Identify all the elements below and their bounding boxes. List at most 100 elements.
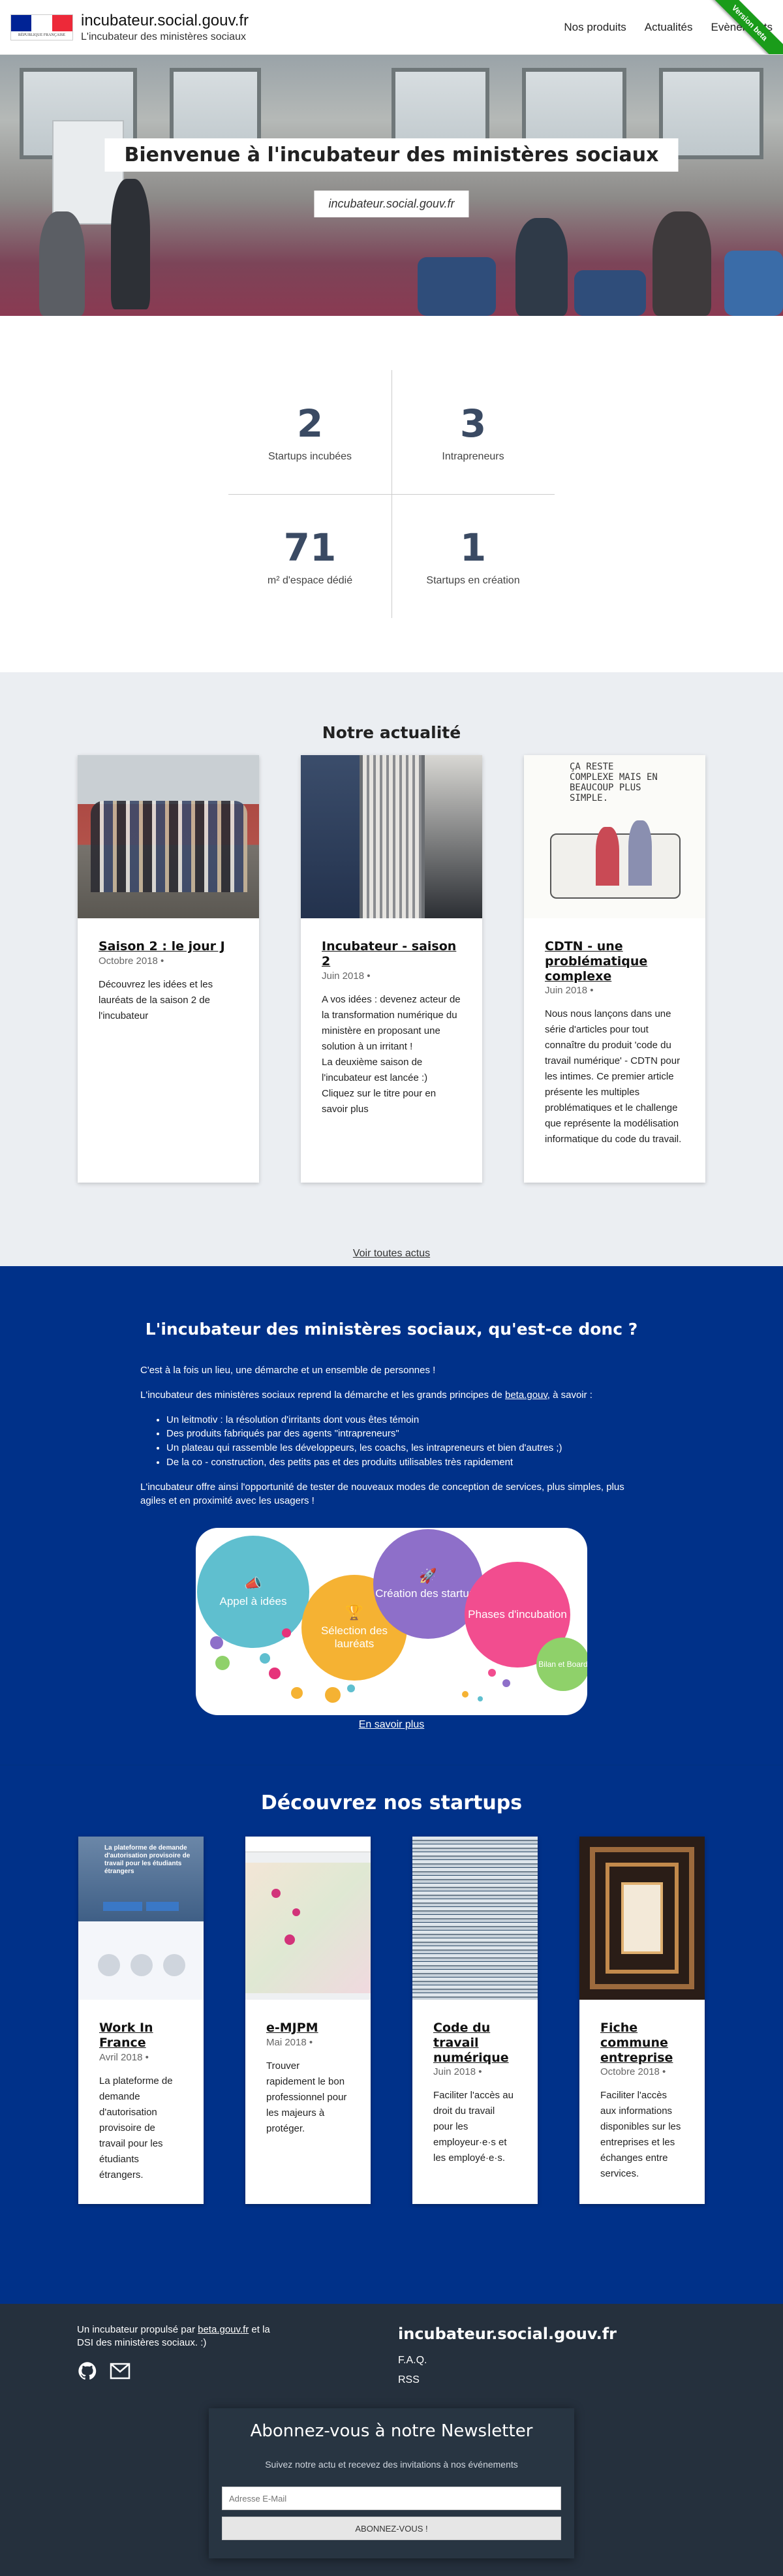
- megaphone-icon: 📣: [244, 1575, 262, 1592]
- startup-card[interactable]: Code du travail numérique Juin 2018 • Fa…: [412, 1837, 538, 2204]
- startup-card-image: [412, 1837, 538, 2000]
- news-card-image: [78, 755, 259, 918]
- footer-intro-text: Un incubateur propulsé par beta.gouv.fr …: [77, 2324, 270, 2349]
- stats-grid: 2 Startups incubées 3 Intrapreneurs 71 m…: [228, 370, 555, 618]
- diagram-dot: [325, 1687, 341, 1703]
- startup-card[interactable]: La plateforme de demande d'autorisation …: [78, 1837, 204, 2204]
- news-card[interactable]: Incubateur - saison 2 Juin 2018 • A vos …: [301, 755, 482, 1183]
- startup-card-title[interactable]: e-MJPM: [266, 2021, 350, 2036]
- news-card-desc: A vos idées : devenez acteur de la trans…: [322, 993, 461, 1115]
- startup-card-desc: Trouver rapidement le bon professionnel …: [266, 2060, 347, 2134]
- news-card-date: Juin 2018 •: [545, 985, 594, 997]
- diagram-dot: [260, 1653, 270, 1664]
- hero-photo-chair: [574, 270, 646, 316]
- republique-francaise-logo[interactable]: RÉPUBLIQUE FRANÇAISE: [10, 14, 73, 40]
- stat-label: Intrapreneurs: [442, 451, 504, 462]
- startup-card-title[interactable]: Fiche commune entreprise: [600, 2021, 684, 2065]
- news-card-title[interactable]: CDTN - une problématique complexe: [545, 939, 684, 984]
- diagram-dot: [502, 1679, 510, 1687]
- subscribe-button[interactable]: ABONNEZ-VOUS !: [222, 2517, 561, 2540]
- site-identity[interactable]: incubateur.social.gouv.fr L'incubateur d…: [81, 12, 249, 43]
- flag-icon: [11, 14, 72, 31]
- cartoon-caption: ÇA RESTE COMPLEXE MAIS EN BEAUCOUP PLUS …: [570, 762, 658, 804]
- startup-card-date: Avril 2018 •: [99, 2051, 149, 2063]
- stat-label: m² d'espace dédié: [267, 575, 353, 586]
- email-field[interactable]: [222, 2487, 561, 2510]
- group-photo-people: [91, 801, 247, 892]
- beta-gouv-fr-link[interactable]: beta.gouv.fr: [198, 2324, 249, 2335]
- startup-card-date: Juin 2018 •: [433, 2066, 482, 2078]
- hero-title: Bienvenue à l'incubateur des ministères …: [104, 138, 679, 172]
- news-title: Notre actualité: [322, 723, 461, 742]
- hero-photo-person: [39, 211, 85, 316]
- news-card-date: Juin 2018 •: [322, 970, 371, 982]
- bubble-appel-idees: 📣 Appel à idées: [197, 1536, 309, 1648]
- github-icon[interactable]: [77, 2361, 98, 2382]
- startups-section: Découvrez nos startups La plateforme de …: [0, 1765, 783, 2304]
- diagram-dot: [210, 1636, 223, 1649]
- list-item: De la co - construction, des petits pas …: [166, 1455, 643, 1470]
- news-cards: Saison 2 : le jour J Octobre 2018 • Déco…: [0, 755, 783, 1183]
- list-item: Un plateau qui rassemble les développeur…: [166, 1441, 643, 1455]
- footer-brand: incubateur.social.gouv.fr: [398, 2325, 617, 2343]
- stat-value: 2: [296, 401, 324, 446]
- startup-card-title[interactable]: Code du travail numérique: [433, 2021, 517, 2065]
- footer-intro: Un incubateur propulsé par beta.gouv.fr …: [77, 2323, 286, 2382]
- hero-banner: Bienvenue à l'incubateur des ministères …: [0, 55, 783, 316]
- stat-startups-incubated: 2 Startups incubées: [228, 370, 392, 494]
- hero-photo-person: [111, 179, 150, 309]
- news-card-image: [301, 755, 482, 918]
- startups-title: Découvrez nos startups: [260, 1792, 523, 1814]
- faq-link[interactable]: F.A.Q.: [398, 2355, 617, 2367]
- bubble-bilan: Bilan et Board: [536, 1637, 587, 1691]
- hero-photo-person: [652, 211, 711, 316]
- diagram-dot: [282, 1628, 291, 1637]
- newsletter-title: Abonnez-vous à notre Newsletter: [250, 2421, 533, 2441]
- startup-card-desc: Faciliter l'accès aux informations dispo…: [600, 2090, 681, 2180]
- about-paragraph: L'incubateur offre ainsi l'opportunité d…: [140, 1481, 624, 1507]
- startup-card-title[interactable]: Work In France: [99, 2021, 183, 2051]
- startup-card[interactable]: Fiche commune entreprise Octobre 2018 • …: [579, 1837, 705, 2204]
- screenshot-button: [103, 1902, 142, 1911]
- learn-more-link[interactable]: En savoir plus: [359, 1719, 425, 1730]
- stat-value: 71: [283, 525, 337, 570]
- trophy-icon: 🏆: [345, 1604, 363, 1621]
- hero-subtitle: incubateur.social.gouv.fr: [314, 191, 469, 217]
- photo-legs: [301, 755, 360, 918]
- all-news-link[interactable]: Voir toutes actus: [353, 1248, 430, 1260]
- site-title[interactable]: incubateur.social.gouv.fr: [81, 12, 249, 30]
- hero-photo-person: [515, 218, 568, 316]
- startup-card-date: Mai 2018 •: [266, 2036, 313, 2048]
- startup-card-desc: La plateforme de demande d'autorisation …: [99, 2075, 173, 2180]
- startup-cards: La plateforme de demande d'autorisation …: [0, 1837, 783, 2204]
- stat-value: 3: [459, 401, 487, 446]
- rss-link[interactable]: RSS: [398, 2374, 617, 2386]
- screenshot-icon: [98, 1954, 120, 1976]
- about-list: Un leitmotiv : la résolution d'irritants…: [166, 1413, 643, 1470]
- stat-intrapreneurs: 3 Intrapreneurs: [392, 370, 555, 494]
- news-card-image: ÇA RESTE COMPLEXE MAIS EN BEAUCOUP PLUS …: [524, 755, 705, 918]
- news-card-title[interactable]: Saison 2 : le jour J: [99, 939, 238, 954]
- news-section: Notre actualité Saison 2 : le jour J Oct…: [0, 672, 783, 1266]
- news-card-title[interactable]: Incubateur - saison 2: [322, 939, 461, 969]
- news-card-date: Octobre 2018 •: [99, 955, 164, 967]
- startup-card[interactable]: e-MJPM Mai 2018 • Trouver rapidement le …: [245, 1837, 371, 2204]
- nav-products[interactable]: Nos produits: [564, 21, 626, 34]
- screenshot-icon: [163, 1954, 185, 1976]
- newsletter-box: Abonnez-vous à notre Newsletter Suivez n…: [209, 2408, 574, 2558]
- startup-card-image: [579, 1837, 705, 2000]
- nav-news[interactable]: Actualités: [645, 21, 693, 34]
- photo-legs: [425, 755, 482, 918]
- diagram-dot: [291, 1687, 303, 1699]
- news-card[interactable]: ÇA RESTE COMPLEXE MAIS EN BEAUCOUP PLUS …: [524, 755, 705, 1183]
- architecture-frame: [621, 1882, 663, 1954]
- about-section: L'incubateur des ministères sociaux, qu'…: [0, 1266, 783, 1765]
- news-card[interactable]: Saison 2 : le jour J Octobre 2018 • Déco…: [78, 755, 259, 1183]
- diagram-dot: [215, 1656, 230, 1670]
- about-text: C'est à la fois un lieu, une démarche et…: [140, 1363, 643, 1508]
- diagram-dot: [269, 1668, 281, 1679]
- map-pin: [271, 1889, 281, 1898]
- beta-gouv-link[interactable]: beta.gouv: [505, 1389, 547, 1401]
- mail-icon[interactable]: [110, 2361, 130, 2382]
- diagram-dot: [478, 1696, 483, 1701]
